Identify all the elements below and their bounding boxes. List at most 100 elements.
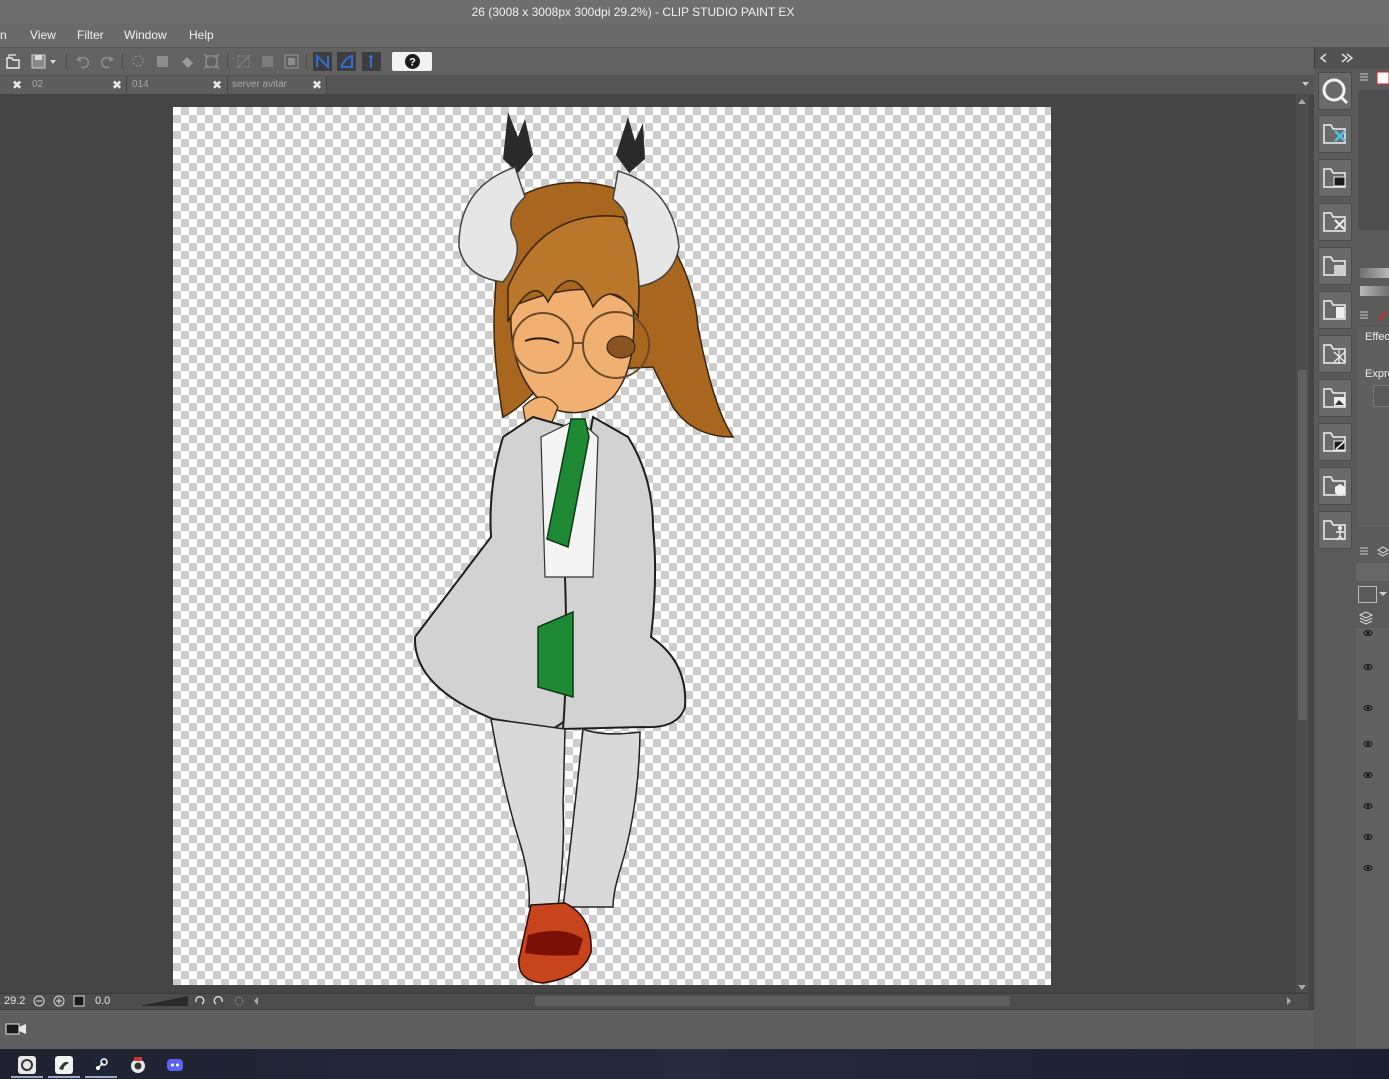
close-icon[interactable]: ✖ (209, 77, 225, 93)
visibility-eye-icon[interactable] (1363, 863, 1373, 873)
rotation-slider-icon[interactable] (140, 995, 188, 1007)
scroll-right-icon[interactable] (1285, 996, 1293, 1006)
discord-icon[interactable] (165, 1055, 185, 1075)
brush-size-slider[interactable] (1360, 268, 1389, 278)
vertical-scroll-thumb[interactable] (1298, 370, 1307, 720)
panel-menu-icon[interactable] (1358, 545, 1370, 557)
visibility-eye-icon[interactable] (1363, 662, 1373, 672)
clear-icon[interactable] (129, 52, 148, 71)
undo-icon[interactable] (74, 52, 93, 71)
fit-page-icon[interactable] (73, 995, 85, 1007)
deselect-icon[interactable] (234, 52, 253, 71)
folder-image-icon (1323, 168, 1346, 188)
open-file-icon[interactable] (4, 52, 23, 71)
expression-color-box[interactable] (1373, 385, 1389, 407)
zoom-in-icon[interactable] (53, 995, 65, 1007)
material-folder-button[interactable] (1318, 115, 1352, 153)
fill-icon[interactable] (178, 52, 197, 71)
dropdown-arrow-icon[interactable] (1378, 589, 1388, 599)
snap-to-grid-icon[interactable] (362, 52, 381, 71)
camera-icon[interactable] (5, 1022, 27, 1036)
expand-right-icon[interactable] (1340, 52, 1354, 64)
rotate-left-icon[interactable] (193, 995, 205, 1007)
panel-menu-icon[interactable] (1358, 309, 1370, 321)
material-tool-button[interactable] (1318, 203, 1352, 241)
tab-014[interactable]: 014 ✖ (127, 76, 228, 94)
horizontal-scroll-thumb[interactable] (535, 996, 1010, 1006)
material-3d-button[interactable] (1318, 467, 1352, 505)
layer-panel-icon[interactable] (1377, 545, 1389, 559)
material-brush-button[interactable] (1318, 423, 1352, 461)
expression-label: Expre (1365, 368, 1389, 380)
svg-text:?: ? (409, 57, 416, 69)
material-background-button[interactable] (1318, 379, 1352, 417)
scroll-left-icon[interactable] (252, 996, 260, 1006)
visibility-eye-icon[interactable] (1363, 703, 1373, 713)
snap-to-ruler-icon[interactable] (313, 52, 332, 71)
active-app-indicator (48, 1076, 80, 1078)
panel-menu-icon[interactable] (1358, 71, 1370, 83)
collapse-left-icon[interactable] (1318, 52, 1330, 64)
material-effect-button[interactable] (1318, 335, 1352, 373)
visibility-eye-icon[interactable] (1363, 801, 1373, 811)
transform-icon[interactable] (202, 52, 221, 71)
material-pose-button[interactable] (1318, 511, 1352, 549)
material-frame-button[interactable] (1318, 291, 1352, 329)
character-illustration (413, 112, 735, 984)
layer-color-box[interactable] (1358, 586, 1377, 603)
title-bar: 26 (3008 x 3008px 300dpi 29.2%) - CLIP S… (0, 0, 1389, 25)
opacity-slider[interactable] (1360, 286, 1389, 296)
rotation-value[interactable]: 0.0 (95, 995, 110, 1007)
menu-animation[interactable]: n (0, 24, 7, 47)
show-selection-icon[interactable] (282, 52, 301, 71)
steam-icon[interactable] (91, 1055, 111, 1075)
clip-studio-icon[interactable] (17, 1055, 37, 1075)
active-app-indicator (85, 1076, 117, 1078)
menu-help[interactable]: Help (189, 24, 214, 47)
redo-icon[interactable] (97, 52, 116, 71)
visibility-eye-icon[interactable] (1363, 832, 1373, 842)
menu-window[interactable]: Window (124, 24, 167, 47)
search-icon (1322, 78, 1349, 105)
layer-stack-icon[interactable] (1358, 610, 1374, 626)
close-icon[interactable]: ✖ (309, 77, 325, 93)
reset-rotation-icon[interactable] (233, 995, 245, 1007)
scroll-down-icon[interactable] (1297, 984, 1307, 992)
close-icon[interactable]: ✖ (9, 77, 25, 93)
visibility-eye-icon[interactable] (1363, 739, 1373, 749)
tab-list-dropdown-icon[interactable] (1301, 79, 1310, 88)
camera-app-icon[interactable] (128, 1055, 148, 1075)
material-image-button[interactable] (1318, 159, 1352, 197)
visibility-eye-icon[interactable] (1363, 770, 1373, 780)
save-icon[interactable] (29, 52, 48, 71)
clear-outside-icon[interactable] (153, 52, 172, 71)
tab-server-avitar[interactable]: server avitar ✖ (228, 76, 327, 94)
drawing-canvas[interactable] (173, 107, 1051, 985)
command-bar: ? (0, 47, 1314, 75)
blend-mode-select[interactable] (1356, 563, 1389, 581)
zoom-value[interactable]: 29.2 (4, 995, 25, 1007)
folder-frame-icon (1323, 300, 1346, 320)
invert-selection-icon[interactable] (258, 52, 277, 71)
menu-filter[interactable]: Filter (77, 24, 104, 47)
rotate-right-icon[interactable] (213, 995, 225, 1007)
close-icon[interactable]: ✖ (109, 77, 125, 93)
folder-cube-icon (1323, 476, 1346, 496)
folder-figure-icon (1323, 520, 1346, 541)
menu-view[interactable]: View (30, 24, 56, 47)
zoom-out-icon[interactable] (33, 995, 45, 1007)
tool-property-icon[interactable] (1376, 308, 1389, 324)
help-button[interactable]: ? (392, 52, 432, 71)
question-icon: ? (405, 54, 420, 69)
material-tone-button[interactable] (1318, 247, 1352, 285)
paint-app-icon[interactable] (54, 1055, 74, 1075)
tab-02[interactable]: ✖ 02 ✖ (0, 76, 127, 94)
save-dropdown-icon[interactable] (47, 52, 59, 71)
navigator-icon[interactable] (1375, 69, 1389, 87)
visibility-eye-icon[interactable] (1363, 628, 1373, 638)
snap-to-special-ruler-icon[interactable] (337, 52, 356, 71)
tab-label: 02 (32, 79, 44, 90)
scroll-up-icon[interactable] (1297, 97, 1307, 105)
tab-label: 014 (132, 79, 149, 90)
search-material-button[interactable] (1318, 72, 1352, 110)
